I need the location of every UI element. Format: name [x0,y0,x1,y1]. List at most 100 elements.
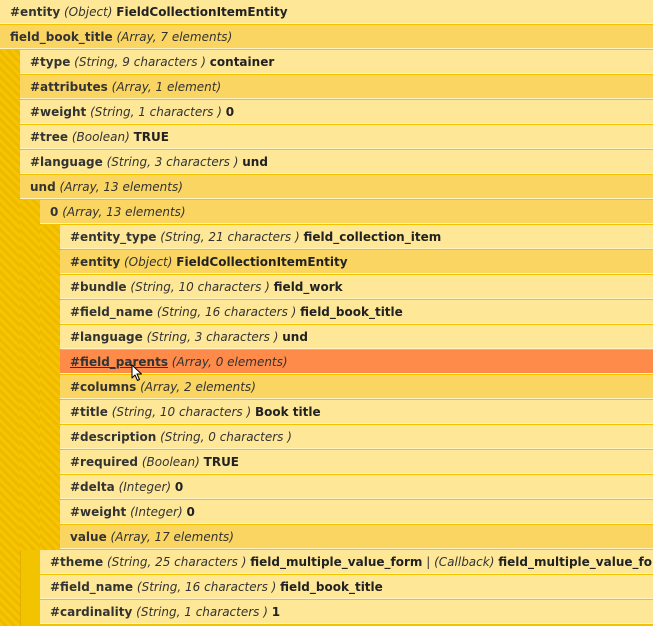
row-callback-type: (Callback) [434,555,495,569]
row-type: (Array, 17 elements) [110,530,234,544]
row-key: #entity [10,5,61,19]
row-key: #entity [70,255,121,269]
row-value: und [282,330,308,344]
dump-row-required[interactable]: #required (Boolean) TRUE [60,450,653,474]
row-separator: | [426,555,431,569]
row-key: #weight [70,505,127,519]
dump-row-value[interactable]: value (Array, 17 elements) [60,525,653,549]
row-type: (String, 10 characters ) [130,280,270,294]
dump-row-language[interactable]: #language (String, 3 characters ) und [20,150,653,174]
row-key: #description [70,430,157,444]
dump-row-bundle[interactable]: #bundle (String, 10 characters ) field_w… [60,275,653,299]
row-key: #tree [30,130,68,144]
row-type: (String, 1 characters ) [136,605,268,619]
row-type: (Integer) [130,505,183,519]
dump-row-field-parents[interactable]: #field_parents (Array, 0 elements) [60,350,653,374]
row-type: (Array, 13 elements) [62,205,186,219]
row-value: TRUE [133,130,169,144]
row-value: FieldCollectionItemEntity [176,255,348,269]
row-type: (Boolean) [141,455,200,469]
dump-row-cardinality[interactable]: #cardinality (String, 1 characters ) 1 [40,600,653,624]
row-key: #entity_type [70,230,157,244]
row-type: (Array, 2 elements) [140,380,256,394]
row-value: und [242,155,268,169]
row-value: field_multiple_value_form [250,555,423,569]
row-key: #weight [30,105,87,119]
row-key: und [30,180,56,194]
row-type: (String, 21 characters ) [160,230,300,244]
dump-row-title[interactable]: #title (String, 10 characters ) Book tit… [60,400,653,424]
row-value: field_book_title [280,580,383,594]
dump-row-zero[interactable]: 0 (Array, 13 elements) [40,200,653,224]
mouse-pointer-icon [131,364,142,381]
dump-row-weight[interactable]: #weight (String, 1 characters ) 0 [20,100,653,124]
dump-row-entity-type[interactable]: #entity_type (String, 21 characters ) fi… [60,225,653,249]
row-key: #type [30,55,71,69]
row-type: (String, 10 characters ) [111,405,252,419]
row-key: 0 [50,205,59,219]
row-key: #attributes [30,80,108,94]
row-value: FieldCollectionItemEntity [116,5,288,19]
row-key: #cardinality [50,605,133,619]
nest-rail-level-3 [40,225,61,550]
row-type: (String, 3 characters ) [146,330,279,344]
row-value: TRUE [203,455,240,469]
dump-row-delta[interactable]: #delta (Integer) 0 [60,475,653,499]
row-key: #bundle [70,280,127,294]
row-key[interactable]: #field_parents [70,355,168,369]
row-key: #required [70,455,139,469]
dump-row-field-name[interactable]: #field_name (String, 16 characters ) fie… [60,300,653,324]
row-type: (String, 0 characters ) [160,430,292,444]
row-key: #title [70,405,108,419]
krumo-dump-tree: #entity (Object) FieldCollectionItemEnti… [0,0,653,626]
row-key: #theme [50,555,104,569]
row-type: (Object) [123,255,173,269]
row-key: #field_name [50,580,134,594]
row-type: (String, 3 characters ) [106,155,239,169]
row-value: 0 [186,505,195,519]
dump-row-inner-language[interactable]: #language (String, 3 characters ) und [60,325,653,349]
row-value: field_work [273,280,343,294]
row-type: (String, 16 characters ) [136,580,277,594]
row-value: 0 [225,105,235,119]
row-type: (String, 1 characters ) [90,105,222,119]
dump-row-tree[interactable]: #tree (Boolean) TRUE [20,125,653,149]
dump-row-outer-field-name[interactable]: #field_name (String, 16 characters ) fie… [40,575,653,599]
row-value: container [209,55,275,69]
row-key: #language [30,155,103,169]
dump-row-inner-entity[interactable]: #entity (Object) FieldCollectionItemEnti… [60,250,653,274]
row-key: #delta [70,480,115,494]
dump-row-inner-weight[interactable]: #weight (Integer) 0 [60,500,653,524]
row-type: (Array, 1 element) [111,80,222,94]
row-value: Book title [254,405,321,419]
dump-row-type[interactable]: #type (String, 9 characters ) container [20,50,653,74]
row-key: #language [70,330,143,344]
row-value: field_collection_item [303,230,442,244]
row-type: (Boolean) [71,130,130,144]
row-type: (Array, 0 elements) [171,355,288,369]
row-type: (String, 9 characters ) [74,55,206,69]
row-type: (Array, 13 elements) [59,180,183,194]
row-callback-value: field_multiple_value_form(); [498,555,653,569]
dump-row-und[interactable]: und (Array, 13 elements) [20,175,653,199]
row-type: (String, 25 characters ) [106,555,247,569]
dump-row-field-book-title[interactable]: field_book_title (Array, 7 elements) [0,25,653,49]
row-value: field_book_title [300,305,403,319]
dump-row-theme[interactable]: #theme (String, 25 characters ) field_mu… [40,550,653,574]
row-key: field_book_title [10,30,113,44]
dump-row-entity[interactable]: #entity (Object) FieldCollectionItemEnti… [0,0,653,24]
row-value: 0 [174,480,184,494]
dump-row-description[interactable]: #description (String, 0 characters ) [60,425,653,449]
row-key: #field_name [70,305,154,319]
dump-row-attributes[interactable]: #attributes (Array, 1 element) [20,75,653,99]
row-type: (Array, 7 elements) [116,30,233,44]
row-type: (Integer) [118,480,172,494]
row-type: (Object) [63,5,113,19]
row-key: #columns [70,380,137,394]
row-value: 1 [271,605,281,619]
row-type: (String, 16 characters ) [156,305,297,319]
nest-rail-level-2 [20,200,41,550]
dump-row-columns[interactable]: #columns (Array, 2 elements) [60,375,653,399]
nest-rail-level-1 [0,50,21,626]
row-key: value [70,530,107,544]
